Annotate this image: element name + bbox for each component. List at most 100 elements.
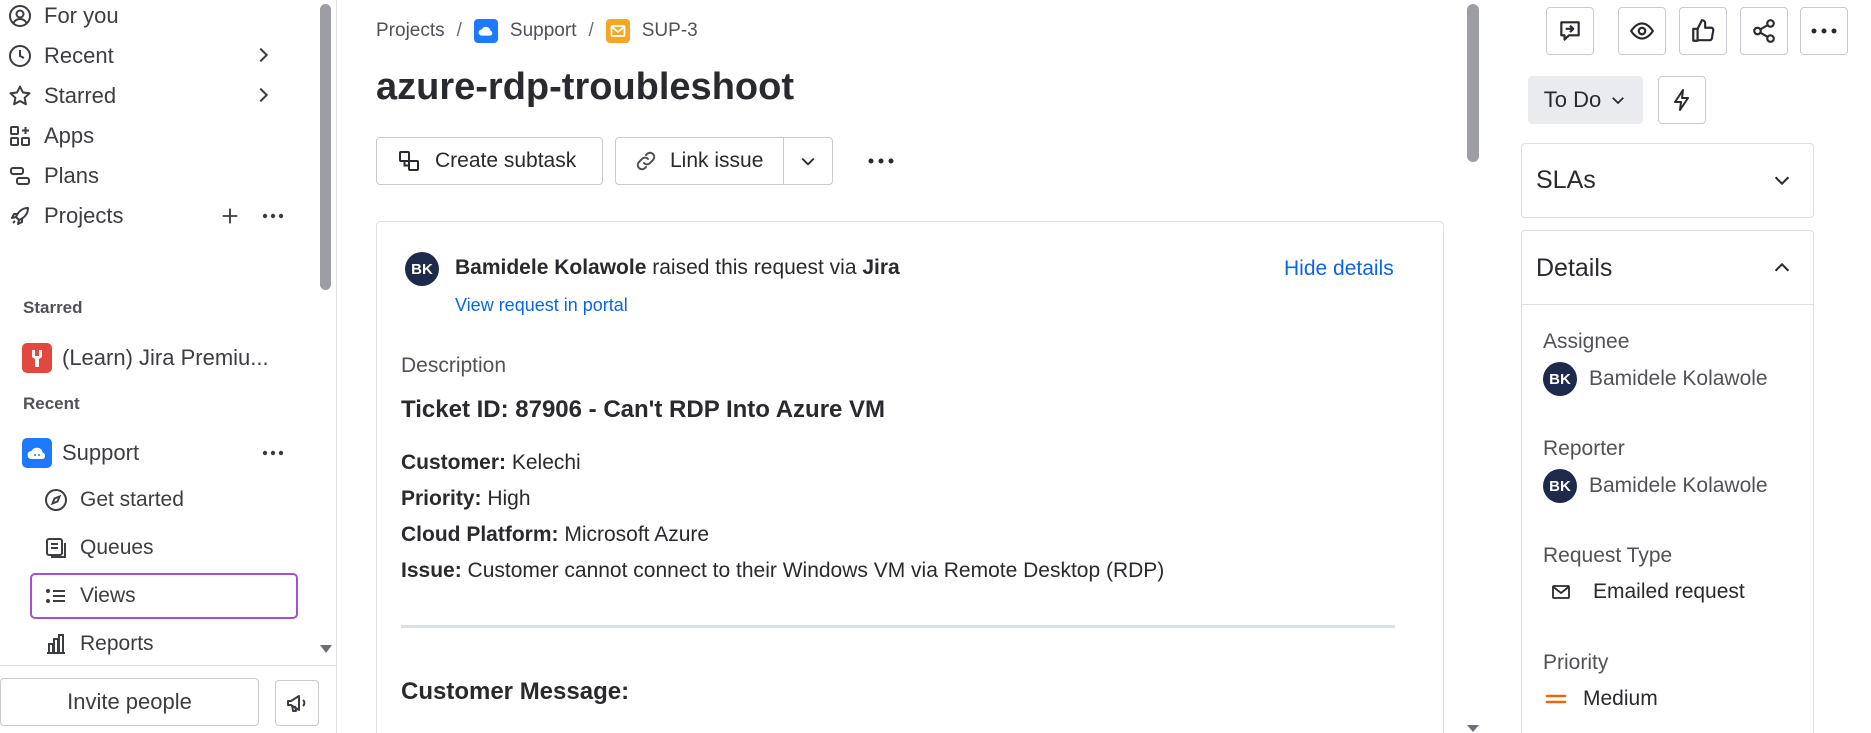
nav-label: Apps — [44, 123, 95, 148]
breadcrumb-separator: / — [456, 20, 462, 41]
nav-label: Projects — [44, 203, 124, 228]
nav-apps[interactable]: Apps — [0, 116, 310, 156]
subtask-icon — [397, 149, 421, 173]
sidebar: For you Recent Starred Apps Plans Projec… — [0, 0, 337, 733]
description-field: Issue: Customer cannot connect to their … — [401, 559, 1164, 583]
avatar: BK — [1543, 469, 1577, 503]
plans-icon — [6, 162, 34, 190]
breadcrumb-separator: / — [588, 20, 594, 41]
assignee-label: Assignee — [1543, 330, 1630, 353]
description-heading: Ticket ID: 87906 - Can't RDP Into Azure … — [401, 396, 886, 423]
star-icon — [6, 82, 34, 110]
status-dropdown[interactable]: To Do — [1528, 76, 1643, 124]
compass-icon — [42, 486, 70, 514]
more-icon — [1809, 18, 1839, 44]
nav-label: Recent — [44, 43, 114, 68]
divider — [401, 625, 1395, 628]
hide-details-link[interactable]: Hide details — [1284, 257, 1394, 281]
share-button[interactable] — [1740, 7, 1788, 55]
reporter-name[interactable]: Bamidele Kolawole — [455, 256, 646, 279]
nav-label: For you — [44, 3, 119, 28]
invite-people-button[interactable]: Invite people — [0, 678, 259, 726]
request-raised-text: Bamidele Kolawole raised this request vi… — [455, 256, 900, 280]
project-item-get-started[interactable]: Get started — [30, 477, 298, 523]
nav-for-you[interactable]: For you — [0, 0, 310, 36]
list-icon — [42, 582, 70, 610]
priority-field[interactable]: Medium — [1543, 687, 1658, 711]
assignee-value: Bamidele Kolawole — [1589, 367, 1768, 390]
request-type-label: Request Type — [1543, 544, 1673, 567]
request-type-field[interactable]: Emailed request — [1543, 580, 1745, 604]
raised-via-text: raised this request via — [646, 256, 863, 279]
nav-starred[interactable]: Starred — [0, 76, 310, 116]
field-value: Kelechi — [506, 451, 581, 474]
reporter-label: Reporter — [1543, 437, 1625, 460]
project-item-label: Views — [80, 584, 136, 607]
issue-title[interactable]: azure-rdp-troubleshoot — [376, 66, 794, 109]
watch-button[interactable] — [1618, 7, 1666, 55]
automation-button[interactable] — [1658, 76, 1706, 124]
more-options-button[interactable] — [1800, 7, 1848, 55]
cloud-project-icon — [473, 19, 498, 43]
field-key: Issue: — [401, 559, 462, 582]
chevron-right-icon[interactable] — [252, 44, 274, 66]
project-item-views[interactable]: Views — [30, 573, 298, 619]
nav-plans[interactable]: Plans — [0, 156, 310, 196]
field-key: Priority: — [401, 487, 482, 510]
reporter-field[interactable]: BK Bamidele Kolawole — [1543, 469, 1768, 503]
chart-icon — [42, 630, 70, 658]
reporter-value: Bamidele Kolawole — [1589, 474, 1768, 497]
create-subtask-label: Create subtask — [435, 149, 577, 172]
link-issue-button[interactable]: Link issue — [616, 138, 785, 184]
breadcrumb-project[interactable]: Support — [510, 20, 577, 42]
link-issue-dropdown[interactable] — [784, 138, 832, 184]
recent-section-label: Recent — [23, 394, 80, 413]
more-icon[interactable] — [260, 441, 286, 465]
chevron-right-icon[interactable] — [252, 84, 274, 106]
project-label: (Learn) Jira Premiu... — [62, 345, 269, 370]
eye-icon — [1629, 18, 1655, 44]
email-icon — [1551, 584, 1571, 600]
view-request-portal-link[interactable]: View request in portal — [455, 295, 628, 316]
feedback-button[interactable] — [275, 680, 319, 726]
more-actions-icon[interactable] — [866, 148, 896, 174]
request-type-value: Emailed request — [1593, 580, 1745, 603]
raised-via-channel: Jira — [862, 256, 900, 279]
project-item-label: Reports — [80, 632, 154, 655]
add-project-icon[interactable] — [219, 205, 241, 227]
chevron-down-icon — [798, 151, 818, 171]
scroll-down-icon[interactable] — [319, 644, 333, 654]
status-label: To Do — [1543, 87, 1602, 112]
priority-label: Priority — [1543, 651, 1609, 674]
email-issue-type-icon — [605, 19, 630, 43]
rocket-icon — [6, 202, 34, 230]
link-issue-label: Link issue — [670, 149, 764, 172]
slas-heading: SLAs — [1536, 166, 1596, 194]
main-scrollbar[interactable] — [1467, 4, 1479, 162]
vote-button[interactable] — [1679, 7, 1727, 55]
more-icon[interactable] — [260, 204, 286, 228]
starred-project-learn[interactable]: (Learn) Jira Premiu... — [0, 338, 310, 378]
slas-section[interactable]: SLAs — [1521, 143, 1814, 218]
project-item-queues[interactable]: Queues — [30, 525, 298, 571]
cloud-project-icon — [22, 438, 52, 468]
field-value: High — [481, 487, 531, 510]
sidebar-scrollbar[interactable] — [320, 4, 331, 290]
scroll-down-icon[interactable] — [1466, 724, 1480, 733]
description-field: Priority: High — [401, 487, 531, 511]
nav-recent[interactable]: Recent — [0, 36, 310, 76]
field-key: Customer: — [401, 451, 507, 474]
avatar[interactable]: BK — [405, 252, 439, 286]
chevron-down-icon — [1609, 91, 1627, 109]
breadcrumb-issue-key[interactable]: SUP-3 — [642, 20, 698, 42]
feedback-action-button[interactable] — [1546, 7, 1594, 55]
queue-icon — [42, 534, 70, 562]
breadcrumb-projects[interactable]: Projects — [376, 20, 445, 42]
details-header[interactable]: Details — [1522, 231, 1813, 305]
assignee-field[interactable]: BK Bamidele Kolawole — [1543, 362, 1768, 396]
project-item-label: Get started — [80, 488, 184, 511]
create-subtask-button[interactable]: Create subtask — [376, 137, 603, 185]
nav-label: Plans — [44, 163, 100, 188]
project-item-reports[interactable]: Reports — [30, 621, 298, 667]
details-heading: Details — [1536, 254, 1613, 282]
